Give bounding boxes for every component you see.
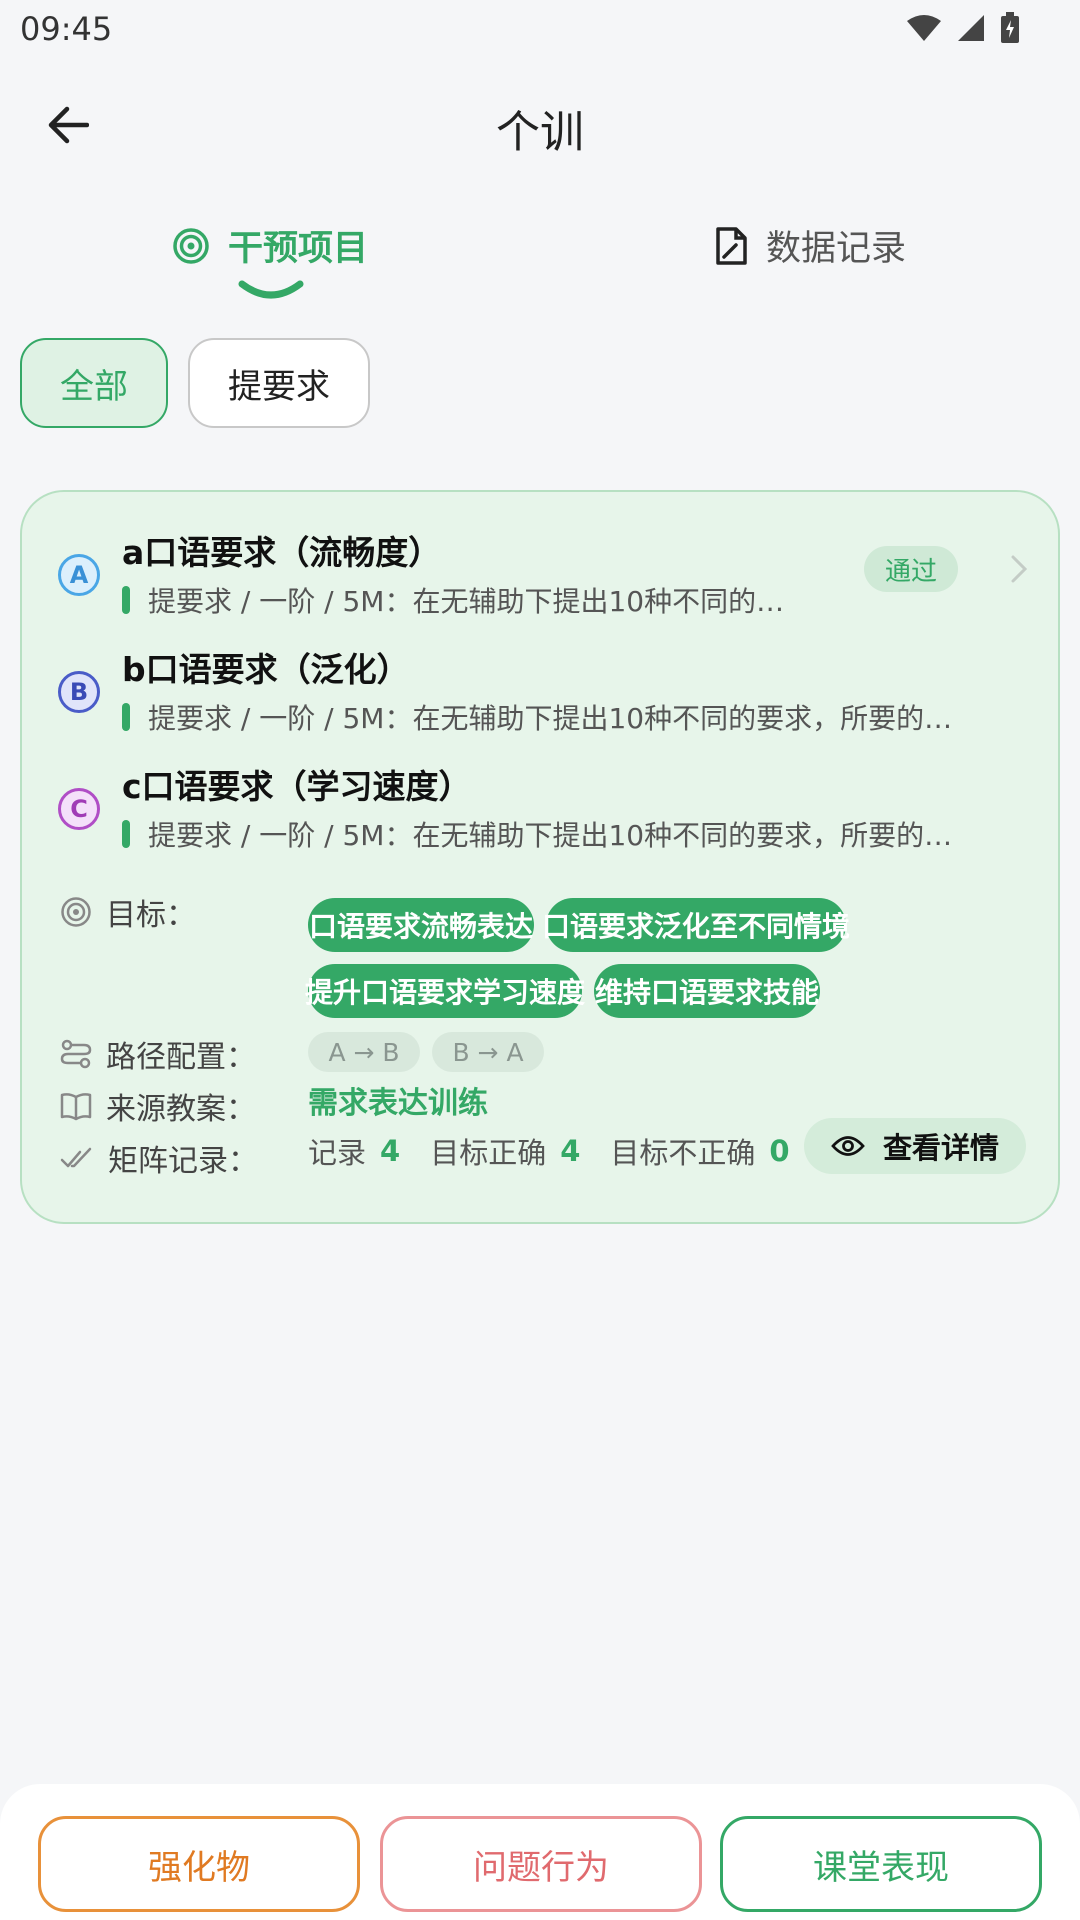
status-badge: 通过	[864, 546, 958, 592]
matrix-stats: 记录 4 目标正确 4 目标不正确 0	[308, 1130, 820, 1172]
classroom-performance-button[interactable]: 课堂表现	[720, 1816, 1042, 1912]
badge-b: B	[58, 671, 100, 713]
item-title: c口语要求（学习速度）	[122, 767, 472, 806]
target-icon	[173, 227, 209, 264]
document-icon	[716, 226, 747, 265]
item-title: b口语要求（泛化）	[122, 650, 410, 689]
item-subtitle: 提要求 / 一阶 / 5M：在无辅助下提出10种不同的要求，所要的…	[122, 814, 952, 854]
goal-chip: 口语要求流畅表达	[308, 898, 534, 952]
matrix-label: 矩阵记录：	[108, 1144, 258, 1179]
book-icon	[60, 1093, 92, 1121]
item-marker	[122, 820, 130, 848]
goal-chip: 维持口语要求技能	[594, 964, 820, 1018]
tab-bar: 干预项目 数据记录	[0, 220, 1080, 310]
tab-label: 数据记录	[766, 229, 907, 269]
view-details-button[interactable]: 查看详情	[804, 1118, 1026, 1174]
badge-c: C	[58, 788, 100, 830]
item-b[interactable]: B b口语要求（泛化） 提要求 / 一阶 / 5M：在无辅助下提出10种不同的要…	[58, 643, 1018, 743]
battery-icon	[1001, 12, 1019, 43]
bottom-action-bar: 强化物 问题行为 课堂表现	[0, 1784, 1080, 1920]
view-details-label: 查看详情	[882, 1131, 999, 1165]
status-icons	[906, 12, 1020, 44]
goals-label: 目标：	[106, 898, 196, 933]
correct-value: 4	[560, 1134, 581, 1168]
source-label: 来源教案：	[106, 1092, 256, 1127]
path-row: 路径配置：	[60, 1032, 256, 1076]
correct-label: 目标正确	[430, 1136, 547, 1170]
target-icon	[61, 897, 91, 927]
tab-active-indicator	[238, 280, 304, 299]
problem-behavior-button[interactable]: 问题行为	[380, 1816, 702, 1912]
tab-intervention[interactable]: 干预项目	[172, 220, 368, 271]
filter-all[interactable]: 全部	[20, 338, 168, 428]
incorrect-label: 目标不正确	[610, 1136, 756, 1170]
path-label: 路径配置：	[106, 1040, 256, 1075]
item-marker	[122, 586, 130, 614]
header: 个训	[0, 80, 1080, 170]
goal-chip: 提升口语要求学习速度	[305, 964, 585, 1018]
item-subtitle-text: 提要求 / 一阶 / 5M：在无辅助下提出10种不同的…	[148, 585, 785, 618]
reinforcer-button[interactable]: 强化物	[38, 1816, 360, 1912]
source-row: 来源教案：	[60, 1084, 256, 1128]
chevron-right-icon[interactable]	[1010, 554, 1028, 584]
status-time: 09:45	[20, 10, 113, 48]
intervention-card[interactable]: A a口语要求（流畅度） 提要求 / 一阶 / 5M：在无辅助下提出10种不同的…	[20, 490, 1060, 1224]
status-bar: 09:45	[0, 0, 1080, 56]
filter-chips: 全部 提要求	[20, 338, 370, 428]
item-c[interactable]: C c口语要求（学习速度） 提要求 / 一阶 / 5M：在无辅助下提出10种不同…	[58, 760, 1018, 860]
filter-request[interactable]: 提要求	[188, 338, 370, 428]
item-marker	[122, 703, 130, 731]
goal-chip: 口语要求泛化至不同情境	[542, 898, 850, 952]
tab-label: 干预项目	[228, 229, 369, 269]
records-label: 记录	[308, 1136, 367, 1170]
signal-icon	[958, 15, 984, 41]
matrix-row: 矩阵记录：	[60, 1136, 258, 1180]
item-subtitle-text: 提要求 / 一阶 / 5M：在无辅助下提出10种不同的要求，所要的…	[148, 702, 953, 735]
tab-data-records[interactable]: 数据记录	[714, 220, 906, 271]
eye-icon	[831, 1136, 865, 1156]
item-subtitle-text: 提要求 / 一阶 / 5M：在无辅助下提出10种不同的要求，所要的…	[148, 819, 953, 852]
records-value: 4	[380, 1134, 401, 1168]
route-icon	[60, 1039, 92, 1069]
item-title: a口语要求（流畅度）	[122, 533, 442, 572]
incorrect-value: 0	[769, 1134, 790, 1168]
item-subtitle: 提要求 / 一阶 / 5M：在无辅助下提出10种不同的…	[122, 580, 784, 620]
item-subtitle: 提要求 / 一阶 / 5M：在无辅助下提出10种不同的要求，所要的…	[122, 697, 952, 737]
badge-a: A	[58, 554, 100, 596]
path-chip: B → A	[432, 1032, 544, 1072]
source-link[interactable]: 需求表达训练	[308, 1078, 488, 1122]
double-check-icon	[60, 1147, 92, 1168]
path-chip: A → B	[308, 1032, 420, 1072]
wifi-icon	[907, 15, 941, 41]
page-title: 个训	[496, 107, 584, 158]
goals-row: 目标：	[60, 890, 196, 934]
